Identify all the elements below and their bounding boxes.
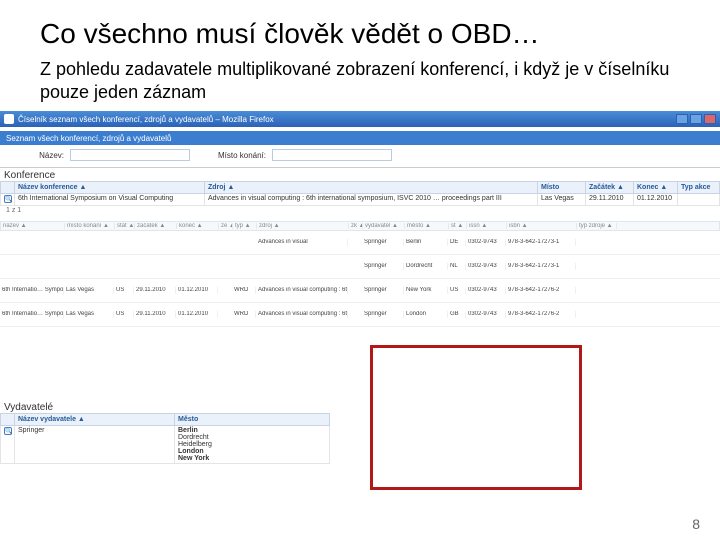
h-typ[interactable]: typ ▲ xyxy=(233,223,257,229)
col-zdroj[interactable]: Zdroj ▲ xyxy=(205,182,538,194)
search-icon[interactable] xyxy=(4,195,12,203)
pager: 1 z 1 xyxy=(0,206,720,215)
cell-mesto: Berlin xyxy=(404,239,448,245)
cell-zdroj: Advances in visual computing : 6th inter… xyxy=(256,287,348,293)
h-zacatek[interactable]: začátek ▲ xyxy=(135,223,177,229)
table-row[interactable]: 6th International Symposium on Visual Co… xyxy=(1,194,720,206)
cell-nazev: 6th Internatio… Symposium Visual Computi… xyxy=(0,311,64,317)
cell-konec: 01.12.2010 xyxy=(176,311,218,317)
close-button[interactable] xyxy=(704,114,716,124)
cell-zdroj: Advances in visual computing : 6th inter… xyxy=(256,311,348,317)
h-ze[interactable]: ze ▲ xyxy=(219,223,233,229)
cell-zacatek: 29.11.2010 xyxy=(586,194,634,206)
col-misto[interactable]: Místo xyxy=(538,182,586,194)
col-name[interactable]: Název konference ▲ xyxy=(15,182,205,194)
slide-title: Co všechno musí člověk vědět o OBD… xyxy=(0,0,720,58)
cell-st2: DE xyxy=(448,239,466,245)
col-typ[interactable]: Typ akce xyxy=(678,182,720,194)
cell-zdroj: Advances in visual xyxy=(256,239,348,245)
section-konference: Konference xyxy=(0,167,720,181)
detail-grid-header: název ▲ místo konání ▲ stát ▲ začátek ▲ … xyxy=(0,221,720,231)
h-konec[interactable]: konec ▲ xyxy=(177,223,219,229)
cell-misto: Las Vegas xyxy=(538,194,586,206)
pub-cell-name: Springer xyxy=(15,426,175,464)
cell-isbn: 978-3-642-17276-2 xyxy=(506,287,576,293)
cell-zacatek: 29.11.2010 xyxy=(134,287,176,293)
col-zacatek[interactable]: Začátek ▲ xyxy=(586,182,634,194)
detail-grid-body: Advances in visualSpringerBerlinDE0302-9… xyxy=(0,231,720,327)
detail-row[interactable]: 6th Internatio… Symposium Visual Computi… xyxy=(0,279,720,303)
h-vydavatel[interactable]: vydavatel ▲ xyxy=(363,223,405,229)
maximize-button[interactable] xyxy=(690,114,702,124)
cell-konec: 01.12.2010 xyxy=(176,287,218,293)
filter-place-input[interactable] xyxy=(272,149,392,161)
cell-issn: 0302-9743 xyxy=(466,287,506,293)
cell-vydavatel: Springer xyxy=(362,239,404,245)
filter-name-input[interactable] xyxy=(70,149,190,161)
cell-issn: 0302-9743 xyxy=(466,239,506,245)
h-stat[interactable]: stát ▲ xyxy=(115,223,135,229)
slide-body: Z pohledu zadavatele multiplikované zobr… xyxy=(0,58,720,111)
cell-st2: US xyxy=(448,287,466,293)
cell-mesto: New York xyxy=(404,287,448,293)
h-nazev[interactable]: název ▲ xyxy=(1,223,65,229)
detail-row[interactable]: 6th Internatio… Symposium Visual Computi… xyxy=(0,303,720,327)
section-vydavatele: Vydavatelé xyxy=(0,400,330,413)
cell-isbn: 978-3-642-17273-1 xyxy=(506,263,576,269)
titlebar: Číselník seznam všech konferencí, zdrojů… xyxy=(0,111,720,127)
h-mesto[interactable]: město ▲ xyxy=(405,223,449,229)
cell-zdroj: Advances in visual computing : 6th inter… xyxy=(205,194,538,206)
cell-name: 6th International Symposium on Visual Co… xyxy=(15,194,205,206)
filter-place-label: Místo konání: xyxy=(196,151,266,160)
filter-name-label: Název: xyxy=(20,151,64,160)
app-icon xyxy=(4,114,14,124)
window-title: Číselník seznam všech konferencí, zdrojů… xyxy=(18,115,274,124)
publishers-table: Název vydavatele ▲ Město Springer Berlin… xyxy=(0,413,330,464)
h-misto[interactable]: místo konání ▲ xyxy=(65,223,115,229)
cell-stat: US xyxy=(114,311,134,317)
h-zdroj[interactable]: zdroj ▲ xyxy=(257,223,349,229)
cell-typ xyxy=(678,194,720,206)
cell-mesto: Dordrecht xyxy=(404,263,448,269)
slide-page-number: 8 xyxy=(692,516,700,532)
cell-typ: WRD xyxy=(232,287,256,293)
pub-col-name[interactable]: Název vydavatele ▲ xyxy=(15,414,175,426)
pub-col-mesto[interactable]: Město xyxy=(175,414,330,426)
cell-vydavatel: Springer xyxy=(362,263,404,269)
cell-zacatek: 29.11.2010 xyxy=(134,311,176,317)
conference-table: Název konference ▲ Zdroj ▲ Místo Začátek… xyxy=(0,181,720,206)
detail-row[interactable]: SpringerDordrechtNL0302-9743978-3-642-17… xyxy=(0,255,720,279)
cell-typ: WRD xyxy=(232,311,256,317)
cell-misto: Las Vegas xyxy=(64,287,114,293)
page-header-bar: Seznam všech konferencí, zdrojů a vydava… xyxy=(0,131,720,145)
cell-vydavatel: Springer xyxy=(362,287,404,293)
h-st2[interactable]: st ▲ xyxy=(449,223,467,229)
cell-issn: 0302-9743 xyxy=(466,263,506,269)
cell-st2: GB xyxy=(448,311,466,317)
cell-konec: 01.12.2010 xyxy=(634,194,678,206)
h-zk[interactable]: zk ▲ xyxy=(349,223,363,229)
cell-vydavatel: Springer xyxy=(362,311,404,317)
cell-stat: US xyxy=(114,287,134,293)
app-window: Číselník seznam všech konferencí, zdrojů… xyxy=(0,111,720,331)
annotation-highlight xyxy=(370,345,582,490)
cell-isbn: 978-3-642-17276-2 xyxy=(506,311,576,317)
pub-cell-mesto: Berlin Dordrecht Heidelberg London New Y… xyxy=(175,426,330,464)
cell-misto: Las Vegas xyxy=(64,311,114,317)
col-konec[interactable]: Konec ▲ xyxy=(634,182,678,194)
minimize-button[interactable] xyxy=(676,114,688,124)
cell-nazev: 6th Internatio… Symposium Visual Computi… xyxy=(0,287,64,293)
cell-issn: 0302-9743 xyxy=(466,311,506,317)
filter-row: Název: Místo konání: xyxy=(0,145,720,165)
h-isbn[interactable]: isbn ▲ xyxy=(507,223,577,229)
h-issn[interactable]: issn ▲ xyxy=(467,223,507,229)
cell-isbn: 978-3-642-17273-1 xyxy=(506,239,576,245)
cell-mesto: London xyxy=(404,311,448,317)
h-typzdroje[interactable]: typ zdroje ▲ xyxy=(577,223,617,229)
search-icon[interactable] xyxy=(4,427,12,435)
table-row[interactable]: Springer Berlin Dordrecht Heidelberg Lon… xyxy=(1,426,330,464)
col-action xyxy=(1,182,15,194)
detail-row[interactable]: Advances in visual SpringerBerlinDE0302-9… xyxy=(0,231,720,255)
cell-st2: NL xyxy=(448,263,466,269)
